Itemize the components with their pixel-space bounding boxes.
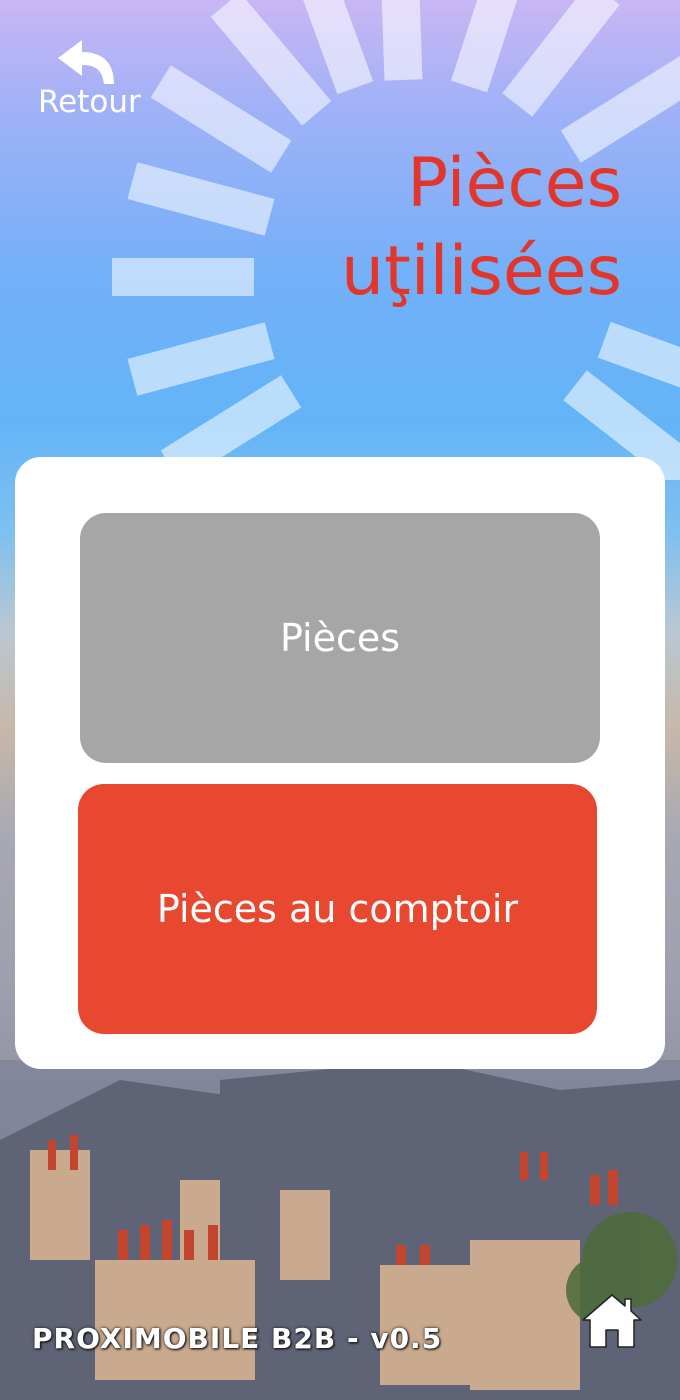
back-button[interactable]: Retour xyxy=(36,38,156,122)
back-label: Retour xyxy=(38,84,141,120)
page-title-line-1: Pièces xyxy=(407,144,622,223)
app-version-label: PROXIMOBILE B2B - v0.5 xyxy=(32,1322,443,1355)
page-title-line-2: uţilisées xyxy=(341,232,622,311)
parts-button[interactable]: Pièces xyxy=(80,513,600,763)
home-button[interactable] xyxy=(581,1292,643,1350)
page-title: Pièces uţilisées xyxy=(222,140,622,316)
home-icon xyxy=(582,1294,642,1348)
parts-button-label: Pièces xyxy=(279,616,401,660)
menu-panel: Pièces Pièces au comptoir xyxy=(15,457,665,1069)
counter-parts-button-label: Pièces au comptoir xyxy=(156,887,519,931)
counter-parts-button[interactable]: Pièces au comptoir xyxy=(78,784,597,1034)
back-arrow-icon xyxy=(58,40,114,84)
